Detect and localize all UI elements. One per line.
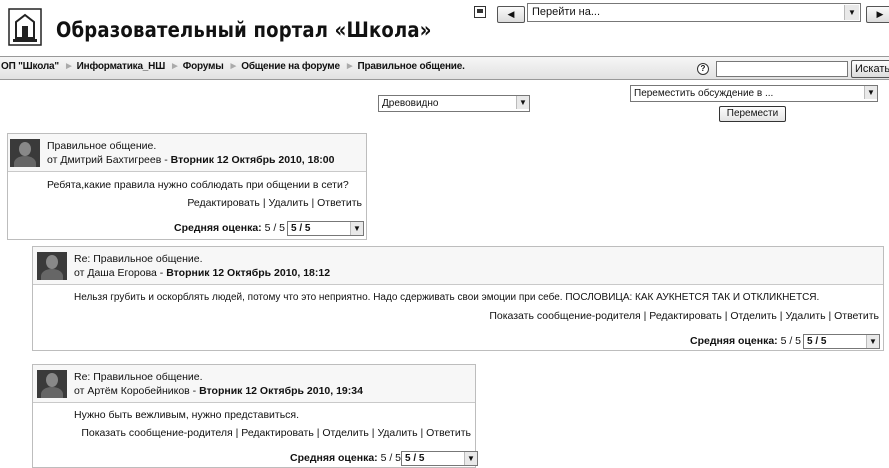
post-author-name[interactable]: от Артём Коробейников - xyxy=(74,385,199,397)
forum-post: Правильное общение. от Дмитрий Бахтигрее… xyxy=(7,133,367,240)
post-actions[interactable]: Редактировать | Удалить | Ответить xyxy=(187,197,362,209)
forum-post: Re: Правильное общение. от Артём Коробей… xyxy=(32,364,478,468)
help-icon[interactable]: ? xyxy=(697,63,709,75)
breadcrumb: ОП "Школа" ► Информатика_НШ ► Форумы ► Общение… xyxy=(1,61,467,72)
post-date: Вторник 12 Октябрь 2010, 19:34 xyxy=(199,385,363,397)
avatar[interactable] xyxy=(37,370,67,398)
navigation-icon[interactable] xyxy=(474,6,486,18)
site-title[interactable]: Образовательный портал «Школа» xyxy=(56,18,432,42)
breadcrumb-item-discussion: Правильное общение. xyxy=(357,61,465,72)
rating-select[interactable]: 5 / 5 ▼ xyxy=(287,221,364,236)
post-body: Ребята,какие правила нужно соблюдать при… xyxy=(47,179,349,191)
rating-select[interactable]: 5 / 5 ▼ xyxy=(401,451,478,466)
avatar[interactable] xyxy=(10,139,40,167)
post-author: от Дмитрий Бахтигреев - Вторник 12 Октяб… xyxy=(47,154,334,166)
rating-select[interactable]: 5 / 5 ▼ xyxy=(803,334,880,349)
breadcrumb-item-forums[interactable]: Форумы xyxy=(183,61,224,72)
chevron-down-icon: ▼ xyxy=(866,335,879,348)
post-subject: Правильное общение. xyxy=(47,140,157,152)
jump-to-select-value: Перейти на... xyxy=(532,6,601,18)
post-body: Нужно быть вежливым, нужно представиться… xyxy=(74,409,300,421)
next-activity-button[interactable]: ▶ xyxy=(866,6,889,23)
display-mode-value: Древовидно xyxy=(382,98,439,109)
rating-label: Средняя оценка: 5 / 5 xyxy=(290,452,402,464)
post-date: Вторник 12 Октябрь 2010, 18:00 xyxy=(170,154,335,166)
move-discussion-select[interactable]: Переместить обсуждение в ... ▼ xyxy=(630,85,878,102)
chevron-down-icon: ▼ xyxy=(350,222,363,235)
forum-post: Re: Правильное общение. от Даша Егорова … xyxy=(32,246,884,351)
rating-label: Средняя оценка: 5 / 5 xyxy=(174,222,286,234)
post-subject: Re: Правильное общение. xyxy=(74,253,203,265)
breadcrumb-separator: ► xyxy=(170,61,180,72)
chevron-down-icon: ▼ xyxy=(844,5,859,20)
rating-select-value: 5 / 5 xyxy=(405,453,425,464)
chevron-down-icon: ▼ xyxy=(464,452,477,465)
rating-select-value: 5 / 5 xyxy=(291,223,311,234)
breadcrumb-separator: ► xyxy=(63,61,74,72)
display-mode-select[interactable]: Древовидно ▼ xyxy=(378,95,530,112)
avatar[interactable] xyxy=(37,252,67,280)
navbar: ОП "Школа" ► Информатика_НШ ► Форумы ► Общение… xyxy=(0,56,889,80)
chevron-down-icon: ▼ xyxy=(864,86,877,99)
jump-to-select[interactable]: Перейти на... ▼ xyxy=(527,3,861,22)
search-input[interactable] xyxy=(716,61,848,77)
rating-label: Средняя оценка: 5 / 5 xyxy=(690,335,802,347)
post-actions[interactable]: Показать сообщение-родителя | Редактиров… xyxy=(81,427,471,439)
breadcrumb-item-site[interactable]: ОП "Школа" xyxy=(1,61,59,72)
rating-select-value: 5 / 5 xyxy=(807,336,827,347)
post-author: от Артём Коробейников - Вторник 12 Октяб… xyxy=(74,385,363,397)
breadcrumb-separator: ► xyxy=(228,61,239,72)
breadcrumb-separator: ► xyxy=(344,61,355,72)
post-author-name[interactable]: от Дмитрий Бахтигреев - xyxy=(47,154,171,166)
school-logo-icon xyxy=(8,8,42,46)
page-header: Образовательный портал «Школа» ◀ Перейти… xyxy=(0,0,889,56)
search-button[interactable]: Искать xyxy=(851,60,889,78)
post-actions[interactable]: Показать сообщение-родителя | Редактиров… xyxy=(489,310,879,322)
chevron-down-icon: ▼ xyxy=(516,96,529,109)
post-author-name[interactable]: от Даша Егорова - xyxy=(74,267,166,279)
post-body: Нельзя грубить и оскорблять людей, потом… xyxy=(74,292,820,303)
post-subject: Re: Правильное общение. xyxy=(74,371,203,383)
previous-activity-button[interactable]: ◀ xyxy=(497,6,525,23)
move-button[interactable]: Перемести xyxy=(719,106,786,122)
post-author: от Даша Егорова - Вторник 12 Октябрь 201… xyxy=(74,267,330,279)
post-date: Вторник 12 Октябрь 2010, 18:12 xyxy=(166,267,331,279)
breadcrumb-item-course[interactable]: Информатика_НШ xyxy=(77,61,166,72)
move-discussion-value: Переместить обсуждение в ... xyxy=(634,88,774,99)
breadcrumb-item-forum[interactable]: Общение на форуме xyxy=(241,61,340,72)
